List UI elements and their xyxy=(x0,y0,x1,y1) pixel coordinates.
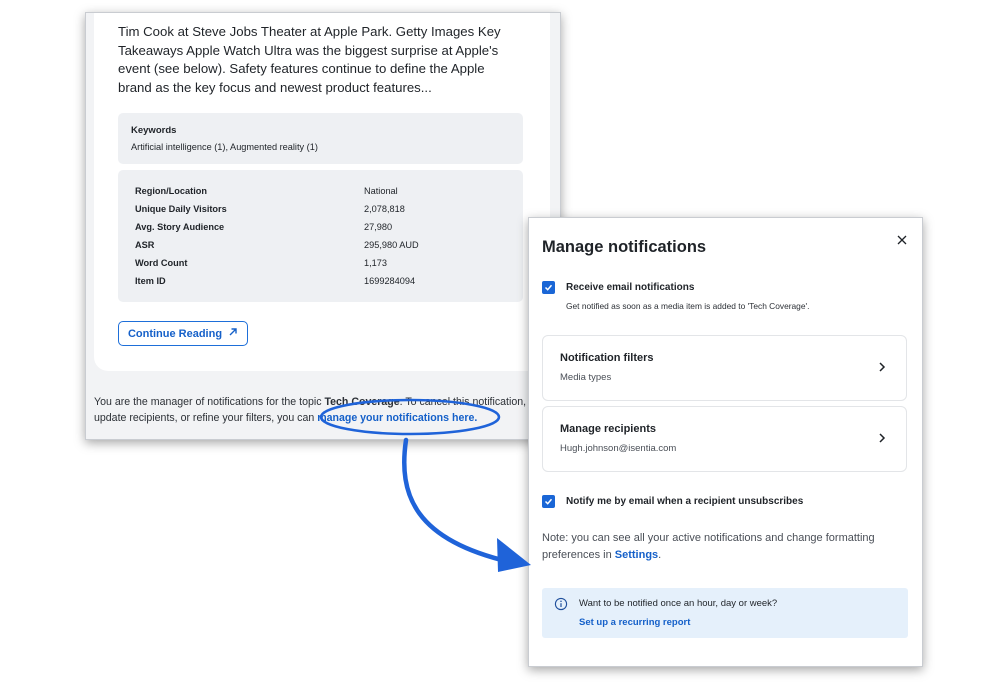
manager-notice: You are the manager of notifications for… xyxy=(94,395,560,426)
metadata-row: Region/Location National xyxy=(135,186,515,200)
metadata-row: ASR 295,980 AUD xyxy=(135,240,515,254)
metadata-label: Item ID xyxy=(135,276,166,286)
notification-filters-item[interactable]: Notification filters Media types xyxy=(542,335,907,401)
settings-link[interactable]: Settings xyxy=(615,549,658,561)
chevron-right-icon xyxy=(875,360,889,374)
metadata-label: Word Count xyxy=(135,258,188,268)
metadata-row: Unique Daily Visitors 2,078,818 xyxy=(135,204,515,218)
article-excerpt: Tim Cook at Steve Jobs Theater at Apple … xyxy=(118,24,501,95)
article-card: Tim Cook at Steve Jobs Theater at Apple … xyxy=(94,13,550,371)
callout-text: Want to be notified once an hour, day or… xyxy=(579,598,778,609)
metadata-value: 2,078,818 xyxy=(364,204,405,214)
metadata-row: Word Count 1,173 xyxy=(135,258,515,272)
recurring-report-link[interactable]: Set up a recurring report xyxy=(579,617,690,628)
arrow-up-right-icon xyxy=(228,327,238,340)
metadata-row: Item ID 1699284094 xyxy=(135,276,515,290)
close-button[interactable] xyxy=(893,232,911,250)
annotation-arrow xyxy=(402,437,513,565)
manage-notifications-dialog: Manage notifications Receive email notif… xyxy=(528,217,923,667)
metadata-value: 1699284094 xyxy=(364,276,416,286)
manage-recipients-item[interactable]: Manage recipients Hugh.johnson@isentia.c… xyxy=(542,406,907,472)
email-notifications-description: Get notified as soon as a media item is … xyxy=(566,301,810,311)
note-punctuation: . xyxy=(658,549,662,561)
keywords-panel: Keywords Artificial intelligence (1), Au… xyxy=(118,113,523,164)
checkmark-icon xyxy=(544,493,553,511)
filters-subtitle: Media types xyxy=(560,372,612,383)
topic-name: Tech Coverage xyxy=(324,396,400,408)
metadata-panel: Region/Location National Unique Daily Vi… xyxy=(118,170,523,302)
unsubscribe-notify-checkbox[interactable] xyxy=(542,495,555,508)
notice-text: update recipients, or refine your filter… xyxy=(94,411,318,424)
keywords-heading: Keywords xyxy=(131,125,177,136)
metadata-value: 27,980 xyxy=(364,222,393,232)
keywords-value: Artificial intelligence (1), Augmented r… xyxy=(131,142,318,152)
metadata-label: ASR xyxy=(135,240,155,250)
dialog-title: Manage notifications xyxy=(542,238,707,256)
filters-title: Notification filters xyxy=(560,352,654,364)
metadata-label: Region/Location xyxy=(135,186,207,196)
metadata-value: 1,173 xyxy=(364,258,387,268)
email-preview: Tim Cook at Steve Jobs Theater at Apple … xyxy=(85,12,561,440)
metadata-value: National xyxy=(364,186,398,196)
continue-reading-label: Continue Reading xyxy=(127,327,223,340)
annotation-arrowhead xyxy=(497,538,531,572)
note-text: Note: you can see all your active notifi… xyxy=(542,532,875,561)
recipients-subtitle: Hugh.johnson@isentia.com xyxy=(560,443,677,454)
continue-reading-button[interactable]: Continue Reading xyxy=(118,321,248,346)
metadata-row: Avg. Story Audience 27,980 xyxy=(135,222,515,236)
close-icon xyxy=(897,232,907,250)
metadata-label: Unique Daily Visitors xyxy=(135,204,227,214)
email-notifications-checkbox[interactable] xyxy=(542,281,555,294)
unsubscribe-notify-label: Notify me by email when a recipient unsu… xyxy=(566,496,804,507)
chevron-right-icon xyxy=(875,431,889,445)
settings-note: Note: you can see all your active notifi… xyxy=(542,530,912,564)
email-notifications-label: Receive email notifications xyxy=(566,282,695,293)
metadata-value: 295,980 AUD xyxy=(364,240,419,250)
metadata-label: Avg. Story Audience xyxy=(135,222,225,232)
recipients-title: Manage recipients xyxy=(560,423,656,435)
info-circle-icon xyxy=(554,597,568,611)
notice-text: . To cancel this notification, xyxy=(399,396,527,408)
checkmark-icon xyxy=(544,279,553,297)
notice-text: You are the manager of notifications for… xyxy=(94,396,325,408)
manage-notifications-link[interactable]: manage your notifications here. xyxy=(317,412,477,424)
recurring-report-callout: Want to be notified once an hour, day or… xyxy=(542,588,908,638)
